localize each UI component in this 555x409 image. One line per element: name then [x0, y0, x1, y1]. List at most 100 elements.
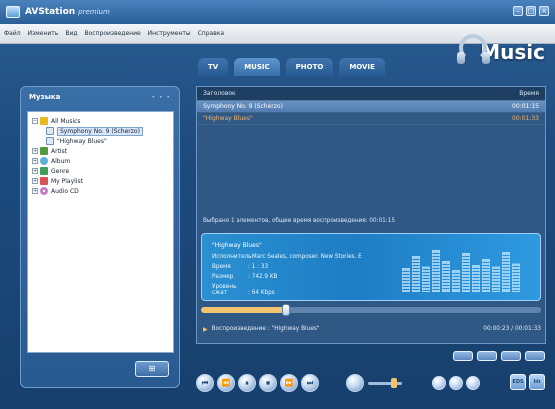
collapse-icon[interactable]: − [32, 118, 38, 124]
eq-bar [432, 250, 440, 292]
import-button[interactable] [501, 351, 521, 361]
remove-button[interactable] [525, 351, 545, 361]
library-sidebar: Музыка • • • − All Musics Symphony No. 9… [20, 86, 180, 388]
tab-tv[interactable]: TV [198, 58, 229, 76]
close-icon[interactable]: × [539, 6, 549, 16]
info-value: : 1 : 33 [248, 264, 269, 270]
expand-icon[interactable]: + [32, 148, 38, 154]
now-playing-panel: "Highway Blues" Исполнитель: Marc Seales… [201, 233, 541, 301]
equalizer-button[interactable]: lılı [529, 374, 545, 390]
tree-item-label: Audio CD [51, 187, 79, 195]
settings-icon[interactable] [466, 376, 480, 390]
eq-bar [422, 266, 430, 292]
volume-handle[interactable] [391, 378, 397, 388]
play-indicator-icon: ▶ [203, 325, 208, 333]
seek-handle[interactable] [282, 304, 290, 316]
tree-item-all-musics[interactable]: − All Musics [32, 116, 169, 126]
genre-icon [40, 167, 48, 175]
rewind-button[interactable]: ⏪ [217, 374, 235, 392]
playlist-add-button[interactable]: ⊞ [135, 361, 169, 377]
playback-status: ▶ Воспроизведение : "Highway Blues" 00:0… [203, 323, 541, 335]
transport-controls: ⏮ ⏪ ⏸ ⏹ ⏩ ⏭ [196, 374, 319, 392]
headphones-left-cup-icon [457, 52, 465, 64]
playlist-icon [40, 177, 48, 185]
column-header-title[interactable]: Заголовок [203, 90, 499, 97]
track-time: 00:01:15 [512, 103, 539, 110]
stop-button[interactable]: ⏹ [259, 374, 277, 392]
artist-icon [40, 147, 48, 155]
tab-photo[interactable]: PHOTO [285, 58, 334, 76]
menu-item-playback[interactable]: Воспроизведение [85, 30, 141, 37]
tree-item-album[interactable]: + Album [32, 156, 169, 166]
tree-item-my-playlist[interactable]: + My Playlist [32, 176, 169, 186]
menu-item-view[interactable]: Вид [65, 30, 77, 37]
track-time: 00:01:33 [512, 115, 539, 122]
tree-item-track-1[interactable]: Symphony No. 9 (Scherzo) [32, 126, 169, 136]
tree-item-label: My Playlist [51, 177, 83, 185]
tab-music[interactable]: MUSIC [234, 58, 280, 76]
info-size: Размер: 742.9 KB [212, 274, 277, 280]
eq-bar [502, 252, 510, 292]
eds-button[interactable]: EDS [510, 374, 526, 390]
tree-item-track-2[interactable]: "Highway Blues" [32, 136, 169, 146]
sidebar-grip-icon: • • • [151, 94, 171, 101]
music-file-icon [46, 127, 54, 135]
music-note-icon [40, 117, 48, 125]
previous-button[interactable]: ⏮ [196, 374, 214, 392]
track-title: Symphony No. 9 (Scherzo) [203, 103, 283, 110]
eq-bar [512, 263, 520, 292]
shuffle-icon[interactable] [449, 376, 463, 390]
forward-button[interactable]: ⏩ [280, 374, 298, 392]
tree-item-label: All Musics [51, 117, 81, 125]
info-artist: Исполнитель: Marc Seales, composer. New … [212, 254, 362, 260]
info-value: : 742.9 KB [248, 274, 278, 280]
headphones-right-cup-icon [482, 52, 490, 64]
minimize-icon[interactable]: – [513, 6, 523, 16]
pause-button[interactable]: ⏸ [238, 374, 256, 392]
tree-item-label: Album [51, 157, 71, 165]
tab-movie[interactable]: MOVIE [339, 58, 385, 76]
menu-item-edit[interactable]: Изменить [28, 30, 59, 37]
column-header-time[interactable]: Время [499, 90, 539, 97]
music-file-icon [46, 137, 54, 145]
tree-item-label: Genre [51, 167, 70, 175]
menu-item-help[interactable]: Справка [198, 30, 224, 37]
tree-item-artist[interactable]: + Artist [32, 146, 169, 156]
volume-icon[interactable] [346, 374, 364, 392]
track-row[interactable]: "Highway Blues" 00:01:33 [197, 113, 545, 125]
playback-status-text: Воспроизведение : "Highway Blues" [211, 326, 320, 332]
edit-button[interactable] [453, 351, 473, 361]
menu-item-tools[interactable]: Инструменты [148, 30, 191, 37]
music-main-panel: Заголовок Время Symphony No. 9 (Scherzo)… [196, 86, 546, 344]
tree-item-genre[interactable]: + Genre [32, 166, 169, 176]
seek-progress [201, 307, 286, 313]
info-label: Уровень сжат [212, 284, 237, 296]
repeat-icon[interactable] [432, 376, 446, 390]
eq-bar [472, 265, 480, 292]
eq-bar [442, 261, 450, 292]
info-value: : Marc Seales, composer. New Stories. E [248, 254, 362, 260]
next-button[interactable]: ⏭ [301, 374, 319, 392]
app-logo-icon [6, 6, 20, 18]
maximize-icon[interactable]: □ [526, 6, 536, 16]
menu-item-file[interactable]: Файл [4, 30, 21, 37]
track-row[interactable]: Symphony No. 9 (Scherzo) 00:01:15 [197, 101, 545, 113]
library-tree: − All Musics Symphony No. 9 (Scherzo) "H… [27, 111, 174, 353]
info-bitrate: Уровень сжат : 64 Kbps [212, 284, 275, 296]
eq-bar [482, 259, 490, 292]
track-title: "Highway Blues" [203, 115, 253, 122]
info-value: : 64 Kbps [248, 290, 275, 296]
seek-bar[interactable] [201, 304, 541, 316]
export-button[interactable] [477, 351, 497, 361]
expand-icon[interactable]: + [32, 178, 38, 184]
expand-icon[interactable]: + [32, 168, 38, 174]
expand-icon[interactable]: + [32, 158, 38, 164]
expand-icon[interactable]: + [32, 188, 38, 194]
tree-item-audio-cd[interactable]: + Audio CD [32, 186, 169, 196]
window-controls: – □ × [513, 6, 549, 16]
view-buttons: EDS lılı [510, 374, 545, 390]
app-title: AVStation [25, 7, 76, 17]
eq-bar [452, 270, 460, 292]
tree-item-label: Artist [51, 147, 68, 155]
eq-bar [492, 266, 500, 292]
